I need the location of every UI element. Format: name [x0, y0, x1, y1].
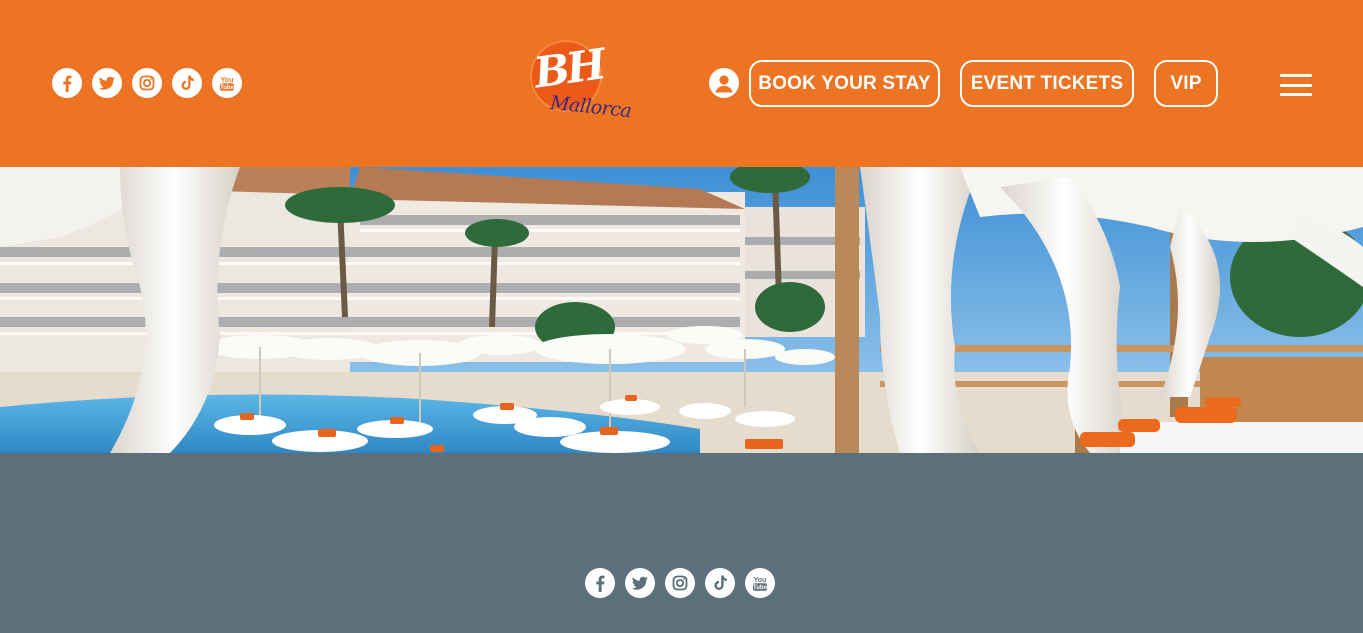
- footer-social-links: You Tube: [585, 568, 775, 598]
- instagram-icon[interactable]: [665, 568, 695, 598]
- twitter-icon[interactable]: [625, 568, 655, 598]
- instagram-icon[interactable]: [132, 68, 162, 98]
- header-social-links: You Tube: [52, 68, 242, 98]
- vip-button[interactable]: VIP: [1154, 60, 1218, 107]
- logo-mark: BH: [530, 39, 607, 98]
- tiktok-icon[interactable]: [172, 68, 202, 98]
- youtube-icon[interactable]: You Tube: [212, 68, 242, 98]
- youtube-icon[interactable]: You Tube: [745, 568, 775, 598]
- hamburger-icon[interactable]: [1280, 74, 1312, 96]
- facebook-icon[interactable]: [585, 568, 615, 598]
- site-header: You Tube BH Mallorca BOOK YOUR STAY EVENT…: [0, 0, 1363, 167]
- logo-script: Mallorca: [549, 91, 633, 123]
- event-tickets-button[interactable]: EVENT TICKETS: [960, 60, 1134, 107]
- bh-mallorca-logo[interactable]: BH Mallorca: [528, 38, 632, 130]
- svg-text:You: You: [221, 77, 234, 84]
- user-icon[interactable]: [709, 68, 739, 98]
- svg-text:Tube: Tube: [220, 85, 235, 91]
- tiktok-icon[interactable]: [705, 568, 735, 598]
- hero-image: [0, 167, 1363, 453]
- book-your-stay-button[interactable]: BOOK YOUR STAY: [749, 60, 940, 107]
- svg-text:You: You: [754, 577, 767, 584]
- twitter-icon[interactable]: [92, 68, 122, 98]
- svg-text:Tube: Tube: [753, 585, 768, 591]
- facebook-icon[interactable]: [52, 68, 82, 98]
